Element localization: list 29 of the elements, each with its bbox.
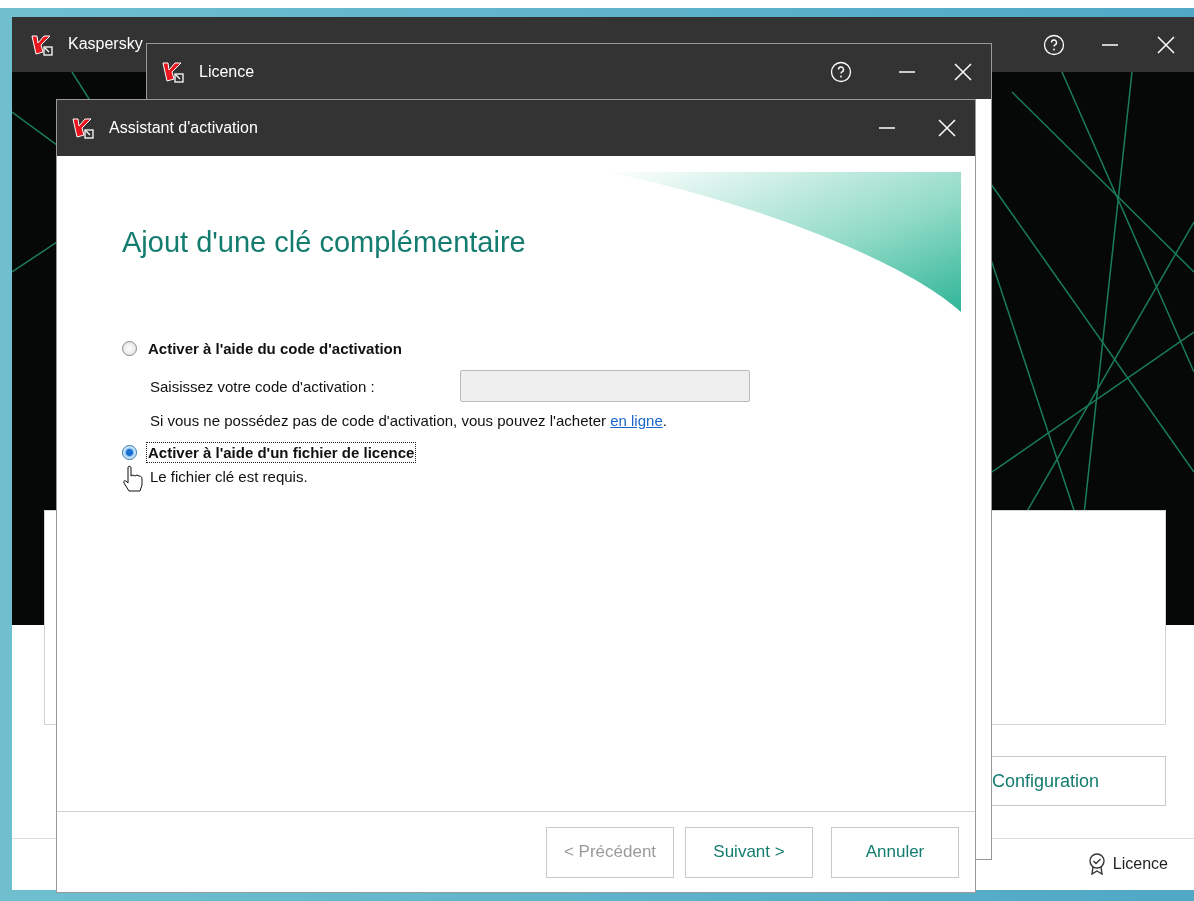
window-title: Licence [199,62,256,81]
hint-text: Si vous ne possédez pas de code d'activation, vous pouvez l'acheter en ligne. [150,412,668,429]
option-label[interactable]: Activer à l'aide du code d'activation [147,339,403,358]
close-icon [1157,35,1175,54]
option-label[interactable]: Activer à l'aide d'un fichier de licence [147,443,416,462]
licence-link[interactable]: Licence [1086,853,1168,875]
configuration-button[interactable]: Configuration [992,756,1166,806]
help-icon [1043,33,1065,56]
wizard-button[interactable]: Annuler [831,826,959,878]
close-icon [954,62,972,81]
close-icon [938,119,956,137]
window-title: Kaspersky [68,34,144,53]
award-icon [1086,853,1107,875]
online-link[interactable]: en ligne [610,412,663,429]
wizard-heading: Ajout d'une clé complémentaire [122,226,527,259]
logo-icon [30,32,54,57]
window-title: Assistant d'activation [109,119,259,137]
minimize-icon [898,70,916,73]
minimize-icon [1101,43,1119,46]
field-label: Saisissez votre code d'activation : [150,377,376,395]
logo-icon [161,59,185,84]
hand-cursor-icon [122,465,144,493]
minimize-icon [878,127,896,129]
wizard-button[interactable]: Suivant > [685,826,813,878]
radio-button[interactable] [122,341,137,356]
help-icon [830,60,852,83]
logo-icon [71,116,95,140]
hint-text: Le fichier clé est requis. [150,468,309,485]
radio-button[interactable] [122,445,137,460]
